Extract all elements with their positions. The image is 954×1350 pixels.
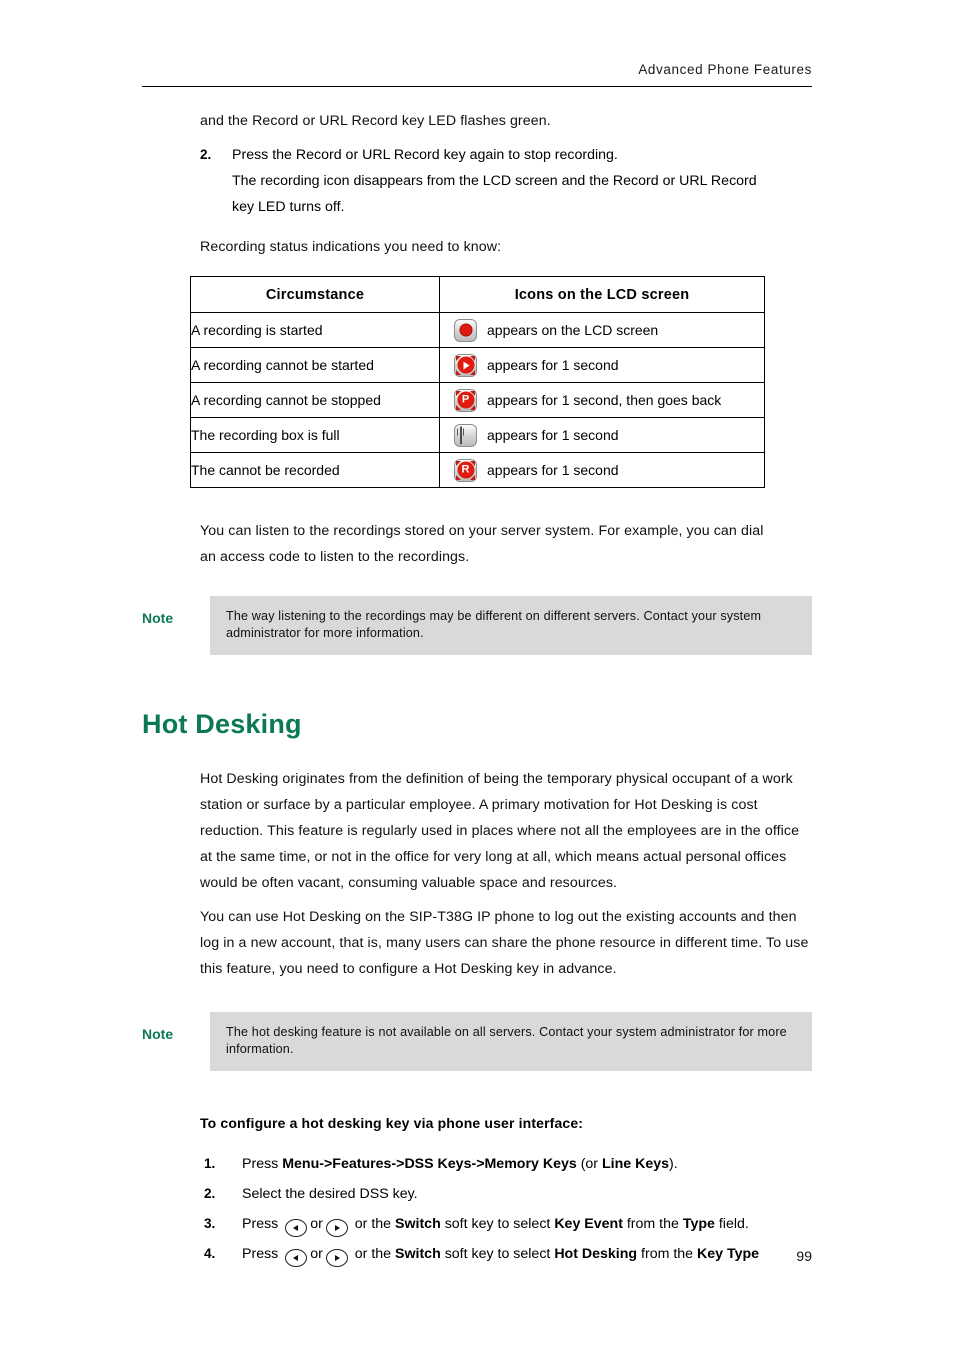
after-table-line-2: an access code to listen to the recordin…	[200, 549, 470, 565]
recording-status-table: Circumstance Icons on the LCD screen A r…	[190, 276, 765, 488]
numbered-step: 2. Press the Record or URL Record key ag…	[200, 142, 812, 220]
menu-path-memory-keys: Memory Keys	[484, 1156, 577, 1172]
right-arrow-key-icon	[325, 1219, 348, 1237]
record-start-failed-icon	[454, 353, 477, 377]
record-pause-failed-icon: P	[454, 388, 477, 412]
running-header: Advanced Phone Features	[142, 62, 812, 87]
step-text-mid-1: or the	[350, 1216, 396, 1232]
menu-path-sep-2: ->	[391, 1156, 405, 1172]
note-label: Note	[142, 1026, 174, 1042]
step-text: Select the desired DSS key.	[242, 1186, 418, 1202]
menu-path-sep-1: ->	[319, 1156, 333, 1172]
procedure-step-3: 3. Press or or the Switch soft key to se…	[200, 1209, 812, 1239]
page-title: Hot Desking	[142, 709, 302, 739]
step-text-post: ).	[669, 1156, 678, 1172]
table-row: A recording cannot be started appears fo…	[190, 347, 765, 383]
step-number: 2.	[200, 147, 212, 162]
note-text: The hot desking feature is not available…	[210, 1012, 812, 1071]
menu-path-features: Features	[332, 1156, 392, 1172]
after-table-line-1: You can listen to the recordings stored …	[200, 523, 764, 539]
step-text-mid: (or	[576, 1156, 602, 1172]
cell-icon-description: appears for 1 second	[439, 347, 765, 383]
step-text-mid-3: from the	[622, 1216, 683, 1232]
cell-icon-description: P appears for 1 second, then goes back	[439, 382, 765, 418]
step-line-3: key LED turns off.	[232, 199, 345, 215]
page-content: and the Record or URL Record key LED fla…	[142, 108, 812, 1269]
step-number: 3.	[204, 1216, 216, 1231]
step-number: 2.	[204, 1186, 216, 1201]
cell-circumstance: The cannot be recorded	[190, 452, 440, 488]
step-text-pre: Press	[242, 1216, 283, 1232]
menu-path-line-keys: Line Keys	[601, 1156, 670, 1172]
cell-icon-description: appears on the LCD screen	[439, 312, 765, 348]
hot-desking-paragraph-2: You can use Hot Desking on the SIP-T38G …	[200, 909, 809, 977]
step-text-or: or	[310, 1216, 323, 1232]
menu-path-menu: Menu	[282, 1156, 320, 1172]
cell-circumstance: The recording box is full	[190, 417, 440, 453]
procedure-title: To configure a hot desking key via phone…	[200, 1115, 584, 1131]
icon-description: appears for 1 second	[487, 357, 619, 373]
cell-icon-description: appears for 1 second	[439, 417, 765, 453]
icon-description: appears for 1 second, then goes back	[487, 392, 722, 408]
left-arrow-key-icon	[285, 1219, 308, 1237]
icon-description: appears on the LCD screen	[487, 322, 659, 338]
table-header-row: Circumstance Icons on the LCD screen	[190, 276, 765, 313]
menu-path-dss-keys: DSS Keys	[404, 1156, 472, 1172]
step-text-post: field.	[714, 1216, 749, 1232]
document-page: Advanced Phone Features and the Record o…	[0, 0, 954, 1350]
after-table-paragraph: You can listen to the recordings stored …	[200, 518, 812, 570]
procedure-step-2: 2. Select the desired DSS key.	[200, 1179, 812, 1209]
trash-full-icon	[454, 423, 477, 447]
table-row: A recording is started appears on the LC…	[190, 312, 765, 348]
procedure-step-1: 1. Press Menu->Features->DSS Keys->Memor…	[200, 1149, 812, 1179]
cell-circumstance: A recording cannot be stopped	[190, 382, 440, 418]
note-label: Note	[142, 610, 174, 626]
step-text-pre: Press	[242, 1156, 283, 1172]
value-key-event: Key Event	[554, 1216, 623, 1232]
page-number: 99	[796, 1248, 812, 1264]
menu-path-sep-3: ->	[471, 1156, 485, 1172]
note-text: The way listening to the recordings may …	[210, 596, 812, 655]
continuation-line: and the Record or URL Record key LED fla…	[200, 113, 551, 129]
table-row: The cannot be recorded R appears for 1 s…	[190, 452, 765, 488]
column-header-icons: Icons on the LCD screen	[439, 276, 765, 313]
table-row: The recording box is full appears for 1 …	[190, 417, 765, 453]
column-header-circumstance: Circumstance	[190, 276, 440, 313]
table-intro-text: Recording status indications you need to…	[200, 239, 502, 255]
cell-icon-description: R appears for 1 second	[439, 452, 765, 488]
record-dot-icon	[454, 318, 477, 342]
icon-description: appears for 1 second	[487, 462, 619, 478]
step-text-mid-2: soft key to select	[440, 1216, 555, 1232]
cell-circumstance: A recording cannot be started	[190, 347, 440, 383]
step-number: 1.	[204, 1156, 216, 1171]
icon-description: appears for 1 second	[487, 427, 619, 443]
field-type: Type	[682, 1216, 715, 1232]
cell-circumstance: A recording is started	[190, 312, 440, 348]
table-row: A recording cannot be stopped P appears …	[190, 382, 765, 418]
step-line-1: Press the Record or URL Record key again…	[232, 147, 618, 163]
record-denied-icon: R	[454, 458, 477, 482]
hot-desking-paragraph-1: Hot Desking originates from the definiti…	[200, 771, 800, 891]
step-line-2: The recording icon disappears from the L…	[232, 173, 757, 189]
note-block-hot-desking: Note The hot desking feature is not avai…	[142, 1012, 812, 1071]
note-block-recordings: Note The way listening to the recordings…	[142, 596, 812, 655]
soft-key-switch: Switch	[395, 1216, 441, 1232]
